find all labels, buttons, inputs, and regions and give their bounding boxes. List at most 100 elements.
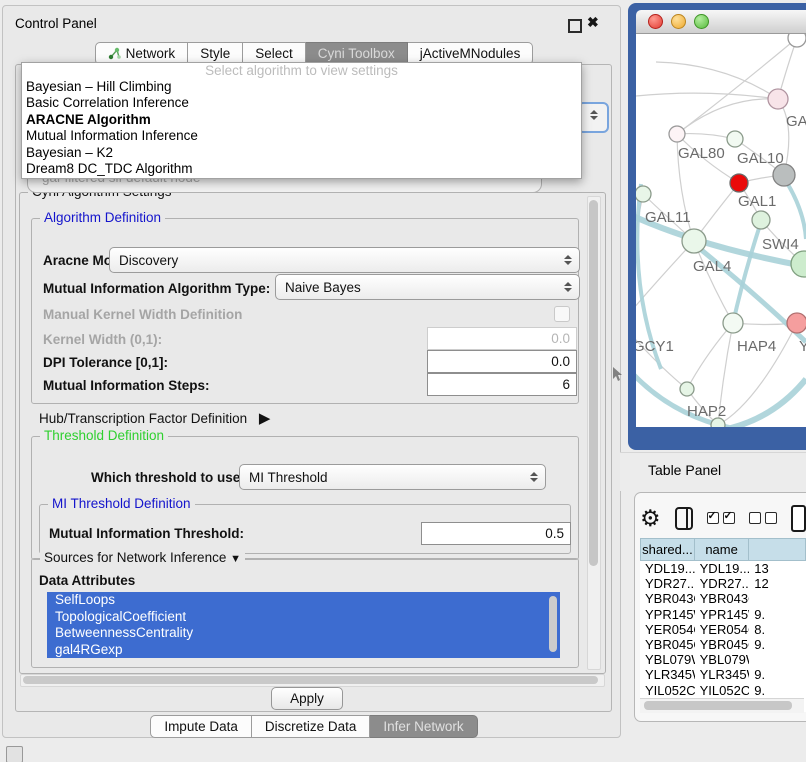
attribute-item-topologicalcoefficient[interactable]: TopologicalCoefficient [47, 609, 560, 626]
column-header-partial[interactable] [749, 538, 806, 561]
algorithm-option-aracne-algorithm[interactable]: ARACNE Algorithm [22, 112, 581, 128]
minimized-panel-icon[interactable] [6, 746, 23, 762]
manual-kernel-width-label: Manual Kernel Width Definition [43, 307, 242, 322]
mi-algorithm-type-combobox[interactable]: Naive Bayes [275, 274, 580, 300]
network-edge [694, 241, 733, 323]
group-legend: MI Threshold Definition [48, 496, 195, 511]
close-icon[interactable]: ✖ [587, 14, 599, 31]
network-node[interactable] [788, 34, 806, 47]
network-window-titlebar[interactable] [636, 10, 806, 34]
tab-label: Style [200, 46, 230, 61]
which-threshold-combobox[interactable]: MI Threshold [239, 464, 546, 490]
aracne-mode-combobox[interactable]: Discovery [109, 247, 580, 273]
table-row[interactable]: YPR145WYPR145W9. [640, 607, 806, 622]
node-label-gal10: GAL10 [737, 150, 784, 167]
network-node[interactable] [723, 313, 743, 333]
table-cell: YBL079W [695, 652, 750, 667]
table-horizontal-scrollbar-thumb[interactable] [644, 701, 792, 710]
apply-button[interactable]: Apply [271, 687, 343, 710]
algorithm-option-bayesian-hill-climbing[interactable]: Bayesian – Hill Climbing [22, 79, 581, 95]
network-node[interactable] [727, 131, 743, 147]
gear-icon[interactable]: ⚙ [640, 507, 661, 529]
attribute-item-selfloops[interactable]: SelfLoops [47, 592, 560, 609]
node-label-gal80: GAL80 [678, 145, 725, 162]
network-node[interactable] [730, 174, 748, 192]
table-row[interactable]: YER054CYER054C8. [640, 622, 806, 637]
aracne-mode-value: Discovery [119, 253, 178, 268]
algorithm-option-mutual-information-inference[interactable]: Mutual Information Inference [22, 128, 581, 144]
split-view-icon[interactable] [675, 507, 693, 530]
network-node[interactable] [752, 211, 770, 229]
network-graph: GALGAL80GAL10GAL1GAL11SWI4GAL4GCY1HAP4YH… [636, 34, 806, 427]
zoom-window-icon[interactable] [694, 14, 709, 29]
tab-impute-data[interactable]: Impute Data [150, 715, 252, 738]
table-cell: YIL052C [640, 683, 695, 698]
node-label-hap2: HAP2 [687, 403, 726, 420]
mi-threshold-field[interactable]: 0.5 [421, 522, 571, 545]
table-cell: YPR145W [640, 607, 695, 622]
table-panel-title: Table Panel [648, 462, 721, 478]
table-cell: 9. [749, 683, 806, 698]
tab-label: Select [255, 46, 293, 61]
stepper-icon [564, 282, 572, 292]
expand-arrow-icon: ▶ [259, 410, 271, 427]
table-row[interactable]: YBR043CYBR043C [640, 591, 806, 606]
stepper-icon [564, 255, 572, 265]
table-row[interactable]: YLR345WYLR345W9. [640, 667, 806, 682]
attribute-item-gal4rgexp[interactable]: gal4RGexp [47, 642, 560, 659]
table-row[interactable]: YBR045CYBR045C9. [640, 637, 806, 652]
collapse-arrow-icon[interactable]: ▼ [230, 553, 241, 565]
select-all-icon[interactable] [707, 512, 735, 524]
tab-discretize-data[interactable]: Discretize Data [252, 715, 371, 738]
table-row[interactable]: YDL19...YDL19...13 [640, 561, 806, 576]
network-node[interactable] [787, 313, 806, 333]
minimize-window-icon[interactable] [671, 14, 686, 29]
table-cell [749, 652, 806, 667]
column-header-name[interactable]: name [695, 538, 750, 561]
attribute-item-betweennesscentrality[interactable]: BetweennessCentrality [47, 625, 560, 642]
mi-steps-label: Mutual Information Steps: [43, 378, 210, 393]
tab-infer-network[interactable]: Infer Network [370, 715, 477, 738]
list-scrollbar-thumb[interactable] [549, 596, 557, 652]
kernel-width-field[interactable]: 0.0 [427, 327, 577, 350]
network-node[interactable] [669, 126, 685, 142]
network-node[interactable] [773, 164, 795, 186]
table-cell: YBR045C [640, 637, 695, 652]
table-cell: YBL079W [640, 652, 695, 667]
algorithm-option-bayesian-k2[interactable]: Bayesian – K2 [22, 145, 581, 161]
network-canvas[interactable]: GALGAL80GAL10GAL1GAL11SWI4GAL4GCY1HAP4YH… [636, 34, 806, 427]
mouse-cursor [612, 367, 624, 383]
table-cell: YPR145W [695, 607, 750, 622]
network-edge [784, 178, 806, 239]
mi-steps-field[interactable]: 6 [427, 373, 577, 396]
table-cell: YLR345W [640, 667, 695, 682]
algorithm-option-dream8-dc-tdc-algorithm[interactable]: Dream8 DC_TDC Algorithm [22, 161, 581, 177]
node-label-gal4: GAL4 [693, 258, 731, 275]
network-edge [636, 93, 778, 99]
float-panel-icon[interactable] [568, 19, 582, 33]
manual-kernel-width-checkbox[interactable] [554, 306, 570, 322]
cyni-bottom-tabbar: Impute DataDiscretize DataInfer Network [5, 715, 623, 738]
table-row[interactable]: YIL052CYIL052C9. [640, 683, 806, 698]
dpi-tolerance-field[interactable]: 0.0 [427, 350, 577, 373]
settings-vertical-scrollbar-thumb[interactable] [589, 200, 598, 566]
table-row[interactable]: YBL079WYBL079W [640, 652, 806, 667]
close-window-icon[interactable] [648, 14, 663, 29]
column-header-shared[interactable]: shared... [640, 538, 695, 561]
network-node[interactable] [636, 186, 651, 202]
dpi-tolerance-label: DPI Tolerance [0,1]: [43, 355, 168, 370]
mi-algorithm-type-label: Mutual Information Algorithm Type: [43, 281, 270, 296]
hub-definition-expander[interactable]: Hub/Transcription Factor Definition ▶ [39, 409, 270, 427]
page-icon[interactable] [791, 505, 806, 532]
which-threshold-label: Which threshold to use: [91, 470, 245, 485]
table-cell: 9. [749, 607, 806, 622]
network-node[interactable] [680, 382, 694, 396]
network-node[interactable] [768, 89, 788, 109]
group-legend: Threshold Definition [40, 428, 168, 443]
network-node[interactable] [682, 229, 706, 253]
table-row[interactable]: YDR27...YDR27...12 [640, 576, 806, 591]
settings-horizontal-scrollbar-thumb[interactable] [23, 676, 598, 684]
deselect-all-icon[interactable] [749, 512, 777, 524]
table-cell: 9. [749, 637, 806, 652]
algorithm-option-basic-correlation-inference[interactable]: Basic Correlation Inference [22, 95, 581, 111]
